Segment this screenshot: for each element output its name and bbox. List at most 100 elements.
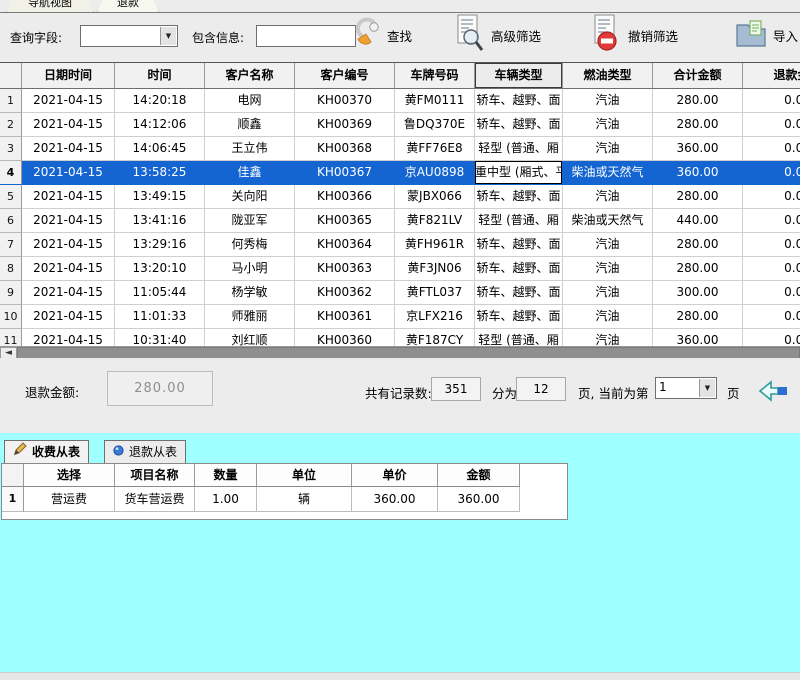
grid-cell[interactable]: 汽油: [563, 137, 653, 161]
detail-row[interactable]: 1营运费货车营运费1.00辆360.00360.00: [2, 487, 568, 512]
table-row[interactable]: 112021-04-1510:31:40刘红顺KH00360黄F187CY轻型 …: [0, 329, 800, 346]
grid-cell[interactable]: 王立伟: [205, 137, 295, 161]
detail-header-unit[interactable]: 单位: [257, 464, 352, 487]
grid-cell[interactable]: 轿车、越野、面: [475, 305, 563, 329]
grid-cell[interactable]: KH00364: [295, 233, 395, 257]
row-number[interactable]: 9: [0, 281, 22, 305]
grid-horizontal-scrollbar[interactable]: ◄: [0, 346, 800, 358]
grid-cell[interactable]: 14:12:06: [115, 113, 205, 137]
detail-cell[interactable]: 360.00: [352, 487, 438, 512]
grid-cell[interactable]: 13:41:16: [115, 209, 205, 233]
grid-cell[interactable]: 0.00: [743, 233, 800, 257]
grid-cell[interactable]: KH00370: [295, 89, 395, 113]
contains-input[interactable]: [256, 25, 356, 47]
table-row[interactable]: 72021-04-1513:29:16何秀梅KH00364黄FH961R轿车、越…: [0, 233, 800, 257]
grid-cell[interactable]: 汽油: [563, 233, 653, 257]
table-row[interactable]: 82021-04-1513:20:10马小明KH00363黄F3JN06轿车、越…: [0, 257, 800, 281]
table-row[interactable]: 102021-04-1511:01:33师雅丽KH00361京LFX216轿车、…: [0, 305, 800, 329]
grid-cell[interactable]: 黄FM0111: [395, 89, 475, 113]
grid-cell[interactable]: 汽油: [563, 185, 653, 209]
grid-cell[interactable]: 轿车、越野、面: [475, 185, 563, 209]
grid-cell[interactable]: 440.00: [653, 209, 743, 233]
grid-cell[interactable]: 重中型 (厢式、平: [475, 161, 563, 185]
grid-cell[interactable]: 280.00: [653, 185, 743, 209]
grid-cell[interactable]: 鲁DQ370E: [395, 113, 475, 137]
page-select-combobox[interactable]: 1 ▼: [655, 377, 717, 399]
advanced-filter-button[interactable]: 高级筛选: [455, 13, 541, 57]
row-number[interactable]: 2: [0, 113, 22, 137]
grid-cell[interactable]: 汽油: [563, 113, 653, 137]
table-row[interactable]: 42021-04-1513:58:25佳鑫KH00367京AU0898重中型 (…: [0, 161, 800, 185]
row-number[interactable]: 11: [0, 329, 22, 346]
grid-cell[interactable]: 2021-04-15: [22, 257, 115, 281]
column-header-custcode[interactable]: 客户编号: [295, 63, 395, 89]
grid-cell[interactable]: 柴油或天然气: [563, 161, 653, 185]
grid-cell[interactable]: 2021-04-15: [22, 209, 115, 233]
column-header-fueltype[interactable]: 燃油类型: [563, 63, 653, 89]
grid-cell[interactable]: 13:49:15: [115, 185, 205, 209]
row-number[interactable]: 1: [0, 89, 22, 113]
grid-cell[interactable]: 轿车、越野、面: [475, 281, 563, 305]
tab-refund-subtable[interactable]: 退款从表: [104, 440, 186, 464]
grid-cell[interactable]: 14:20:18: [115, 89, 205, 113]
grid-cell[interactable]: 11:01:33: [115, 305, 205, 329]
grid-cell[interactable]: KH00365: [295, 209, 395, 233]
row-number[interactable]: 5: [0, 185, 22, 209]
grid-cell[interactable]: 黄F3JN06: [395, 257, 475, 281]
bottom-scrollbar-strip[interactable]: [0, 672, 800, 680]
row-number[interactable]: 1: [2, 487, 24, 512]
grid-cell[interactable]: 0.00: [743, 137, 800, 161]
tab-navigation-view[interactable]: 导航视图: [6, 0, 94, 13]
grid-cell[interactable]: 0.00: [743, 305, 800, 329]
grid-cell[interactable]: KH00366: [295, 185, 395, 209]
grid-cell[interactable]: 2021-04-15: [22, 185, 115, 209]
detail-header-price[interactable]: 单价: [352, 464, 438, 487]
grid-cell[interactable]: 0.00: [743, 281, 800, 305]
detail-header-select[interactable]: 选择: [24, 464, 115, 487]
grid-cell[interactable]: 11:05:44: [115, 281, 205, 305]
column-header-refund[interactable]: 退款金额: [743, 63, 800, 89]
grid-cell[interactable]: 马小明: [205, 257, 295, 281]
scroll-left-icon[interactable]: ◄: [0, 347, 17, 358]
grid-cell[interactable]: 13:20:10: [115, 257, 205, 281]
detail-cell[interactable]: 1.00: [195, 487, 257, 512]
grid-cell[interactable]: 14:06:45: [115, 137, 205, 161]
row-number[interactable]: 7: [0, 233, 22, 257]
detail-cell[interactable]: 货车营运费: [115, 487, 195, 512]
row-number[interactable]: 8: [0, 257, 22, 281]
grid-cell[interactable]: 轻型 (普通、厢: [475, 329, 563, 346]
grid-cell[interactable]: 360.00: [653, 329, 743, 346]
grid-cell[interactable]: 陇亚军: [205, 209, 295, 233]
grid-cell[interactable]: KH00368: [295, 137, 395, 161]
grid-cell[interactable]: 杨学敏: [205, 281, 295, 305]
grid-cell[interactable]: 280.00: [653, 233, 743, 257]
grid-cell[interactable]: 280.00: [653, 257, 743, 281]
table-row[interactable]: 12021-04-1514:20:18电网KH00370黄FM0111轿车、越野…: [0, 89, 800, 113]
row-number[interactable]: 10: [0, 305, 22, 329]
grid-cell[interactable]: 汽油: [563, 305, 653, 329]
grid-cell[interactable]: 2021-04-15: [22, 305, 115, 329]
grid-cell[interactable]: 0.00: [743, 329, 800, 346]
grid-cell[interactable]: KH00362: [295, 281, 395, 305]
detail-header-item[interactable]: 项目名称: [115, 464, 195, 487]
detail-cell[interactable]: 360.00: [438, 487, 520, 512]
grid-cell[interactable]: 蒙JBX066: [395, 185, 475, 209]
previous-page-arrow-icon[interactable]: [757, 380, 789, 406]
grid-cell[interactable]: 黄FF76E8: [395, 137, 475, 161]
clear-filter-button[interactable]: 撤销筛选: [592, 13, 678, 57]
grid-cell[interactable]: KH00367: [295, 161, 395, 185]
column-header-datetime[interactable]: 日期时间: [22, 63, 115, 89]
grid-cell[interactable]: 2021-04-15: [22, 113, 115, 137]
grid-cell[interactable]: 0.00: [743, 257, 800, 281]
tab-charge-subtable[interactable]: 收费从表: [4, 440, 89, 464]
grid-cell[interactable]: 汽油: [563, 257, 653, 281]
find-button[interactable]: 查找: [353, 17, 412, 53]
grid-cell[interactable]: 10:31:40: [115, 329, 205, 346]
grid-cell[interactable]: 13:58:25: [115, 161, 205, 185]
grid-cell[interactable]: 黄F187CY: [395, 329, 475, 346]
grid-cell[interactable]: 黄FTL037: [395, 281, 475, 305]
grid-cell[interactable]: 顺鑫: [205, 113, 295, 137]
row-number[interactable]: 4: [0, 161, 22, 185]
grid-cell[interactable]: 电网: [205, 89, 295, 113]
grid-cell[interactable]: 柴油或天然气: [563, 209, 653, 233]
